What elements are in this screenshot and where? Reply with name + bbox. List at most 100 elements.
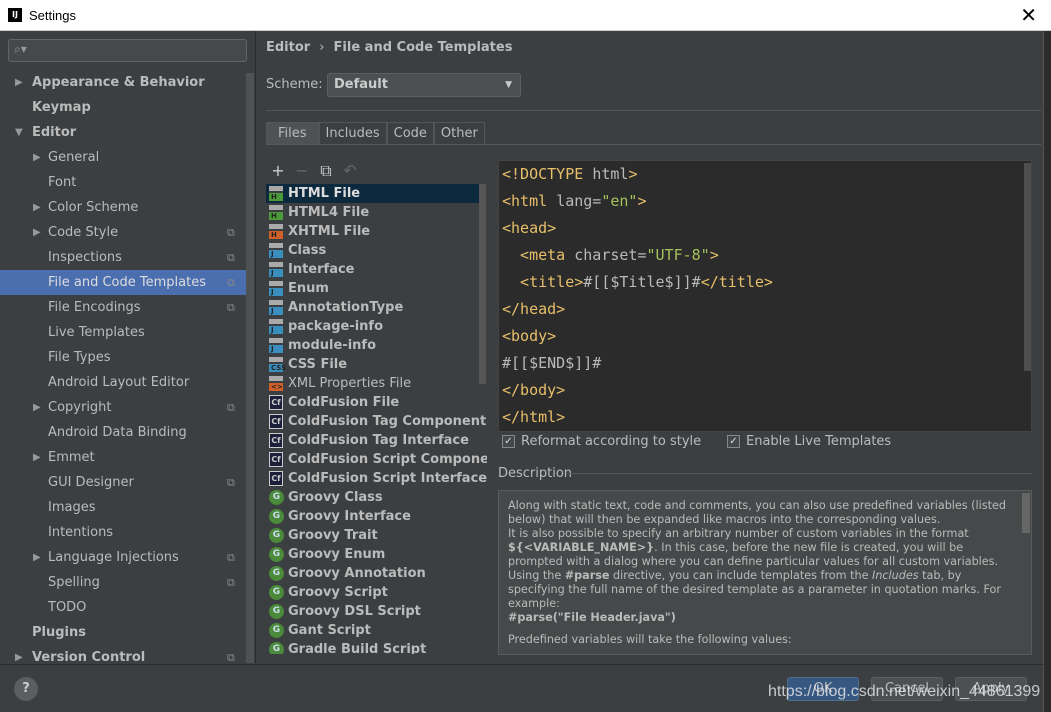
tab-files[interactable]: Files [266, 122, 319, 145]
file-type-icon: J [269, 243, 283, 258]
sidebar-item-todo[interactable]: TODO [0, 595, 246, 620]
sidebar-item-label: Appearance & Behavior [32, 75, 205, 90]
sidebar-item-code-style[interactable]: ▶ Code Style ⧉ [0, 220, 246, 245]
coldfusion-icon: Cf [269, 414, 283, 429]
live-templates-label: Enable Live Templates [746, 434, 892, 449]
search-icon: ⌕▾ [14, 42, 27, 56]
scheme-select[interactable]: Default ▼ [327, 73, 521, 97]
add-template-button[interactable]: + [266, 161, 290, 181]
code-line: </head> [502, 300, 566, 318]
sidebar-item-label: Android Layout Editor [48, 375, 190, 390]
groovy-icon: G [269, 585, 284, 600]
template-list-item[interactable]: J Interface [266, 260, 480, 279]
template-list-item[interactable]: G Groovy Class [266, 488, 480, 507]
sidebar-item-plugins[interactable]: Plugins [0, 620, 246, 645]
help-button[interactable]: ? [14, 677, 38, 701]
description-scrollbar[interactable] [1022, 493, 1030, 533]
copy-template-button[interactable]: ⧉ [314, 161, 338, 181]
template-toolbar: + − ⧉ ↶ [266, 161, 362, 181]
template-list-item[interactable]: G Gradle Build Script [266, 640, 480, 654]
chevron-right-icon[interactable]: ▶ [33, 195, 41, 220]
template-list-item[interactable]: Jmodule-info [266, 336, 480, 355]
template-list-item[interactable]: H XHTML File [266, 222, 480, 241]
template-list-item[interactable]: G Groovy Script [266, 583, 480, 602]
template-list-item[interactable]: G Gant Script [266, 621, 480, 640]
sidebar-item-file-and-code-templates[interactable]: File and Code Templates ⧉ [0, 270, 246, 295]
sidebar-item-inspections[interactable]: Inspections ⧉ [0, 245, 246, 270]
reset-template-button[interactable]: ↶ [338, 161, 362, 181]
template-list-item[interactable]: Cf ColdFusion Script Component [266, 450, 487, 469]
template-list-item[interactable]: H HTML4 File [266, 203, 480, 222]
file-type-icon: J [269, 319, 283, 334]
file-type-icon: <> [269, 376, 283, 391]
template-code-editor[interactable]: <!DOCTYPE html> <html lang="en"> <head> <m… [498, 160, 1032, 432]
template-list-item[interactable]: <> XML Properties File [266, 374, 480, 393]
sidebar-item-file-encodings[interactable]: File Encodings ⧉ [0, 295, 246, 320]
template-list-item[interactable]: J Enum [266, 279, 480, 298]
chevron-right-icon[interactable]: ▶ [33, 395, 41, 420]
template-list-item[interactable]: Cf ColdFusion File [266, 393, 480, 412]
sidebar-item-live-templates[interactable]: Live Templates [0, 320, 246, 345]
chevron-right-icon[interactable]: ▶ [33, 445, 41, 470]
template-list-item[interactable]: Cf ColdFusion Script Interface [266, 469, 487, 488]
sidebar-item-label: Spelling [48, 575, 100, 590]
template-list-item[interactable]: Jpackage-info [266, 317, 480, 336]
sidebar-scrollbar[interactable] [246, 73, 254, 663]
tab-code[interactable]: Code [386, 122, 434, 145]
tab-other[interactable]: Other [433, 122, 485, 145]
template-name: XHTML File [288, 224, 371, 239]
template-name: Enum [288, 281, 329, 296]
template-list-item[interactable]: H HTML File [266, 184, 480, 203]
settings-search-input[interactable]: ⌕▾ [8, 39, 247, 62]
sidebar-item-file-types[interactable]: File Types [0, 345, 246, 370]
template-name: Groovy Class [288, 490, 383, 505]
template-list-item[interactable]: CSS CSS File [266, 355, 480, 374]
template-list-item[interactable]: G Groovy Enum [266, 545, 480, 564]
close-button[interactable]: ✕ [1020, 3, 1037, 27]
chevron-down-icon: ▼ [505, 80, 512, 90]
sidebar-item-editor[interactable]: ▼ Editor [0, 120, 246, 145]
reformat-checkbox[interactable]: ✓ Reformat according to style [502, 434, 701, 449]
sidebar-item-appearance-behavior[interactable]: ▶ Appearance & Behavior [0, 70, 246, 95]
chevron-right-icon[interactable]: ▶ [15, 70, 23, 95]
template-list-item[interactable]: J Class [266, 241, 480, 260]
sidebar-item-copyright[interactable]: ▶ Copyright ⧉ [0, 395, 246, 420]
sidebar-item-intentions[interactable]: Intentions [0, 520, 246, 545]
breadcrumb-parent[interactable]: Editor [266, 40, 310, 55]
sidebar-item-color-scheme[interactable]: ▶ Color Scheme [0, 195, 246, 220]
template-list-item[interactable]: J AnnotationType [266, 298, 480, 317]
sidebar-item-label: File Encodings [48, 300, 141, 315]
template-list-item[interactable]: G Groovy Interface [266, 507, 480, 526]
chevron-right-icon[interactable]: ▶ [33, 145, 41, 170]
project-scope-icon: ⧉ [227, 276, 235, 289]
sidebar-item-label: Android Data Binding [48, 425, 187, 440]
tab-includes[interactable]: Includes [318, 122, 387, 145]
chevron-down-icon[interactable]: ▼ [15, 120, 23, 145]
sidebar-item-spelling[interactable]: Spelling ⧉ [0, 570, 246, 595]
editor-scrollbar[interactable] [1024, 163, 1031, 371]
sidebar-item-general[interactable]: ▶ General [0, 145, 246, 170]
template-list-item[interactable]: G Groovy Trait [266, 526, 480, 545]
sidebar-item-android-data-binding[interactable]: Android Data Binding [0, 420, 246, 445]
template-list-item[interactable]: Cf ColdFusion Tag Component [266, 412, 486, 431]
template-list-item[interactable]: G Groovy Annotation [266, 564, 480, 583]
sidebar-item-language-injections[interactable]: ▶ Language Injections ⧉ [0, 545, 246, 570]
sidebar-item-keymap[interactable]: Keymap [0, 95, 246, 120]
sidebar-item-label: Editor [32, 125, 77, 140]
description-text: It is also possible to specify an arbitr… [508, 527, 999, 568]
sidebar-item-gui-designer[interactable]: GUI Designer ⧉ [0, 470, 246, 495]
template-list-scrollbar[interactable] [479, 184, 486, 384]
divider [567, 473, 1032, 474]
sidebar-item-android-layout-editor[interactable]: Android Layout Editor [0, 370, 246, 395]
template-name: Groovy DSL Script [288, 604, 421, 619]
chevron-right-icon[interactable]: ▶ [33, 220, 41, 245]
sidebar-item-emmet[interactable]: ▶ Emmet [0, 445, 246, 470]
sidebar-item-images[interactable]: Images [0, 495, 246, 520]
remove-template-button[interactable]: − [290, 161, 314, 181]
template-list-item[interactable]: G Groovy DSL Script [266, 602, 480, 621]
scheme-value: Default [334, 77, 388, 92]
template-list-item[interactable]: Cf ColdFusion Tag Interface [266, 431, 480, 450]
live-templates-checkbox[interactable]: ✓ Enable Live Templates [727, 434, 891, 449]
chevron-right-icon[interactable]: ▶ [33, 545, 41, 570]
sidebar-item-font[interactable]: Font [0, 170, 246, 195]
